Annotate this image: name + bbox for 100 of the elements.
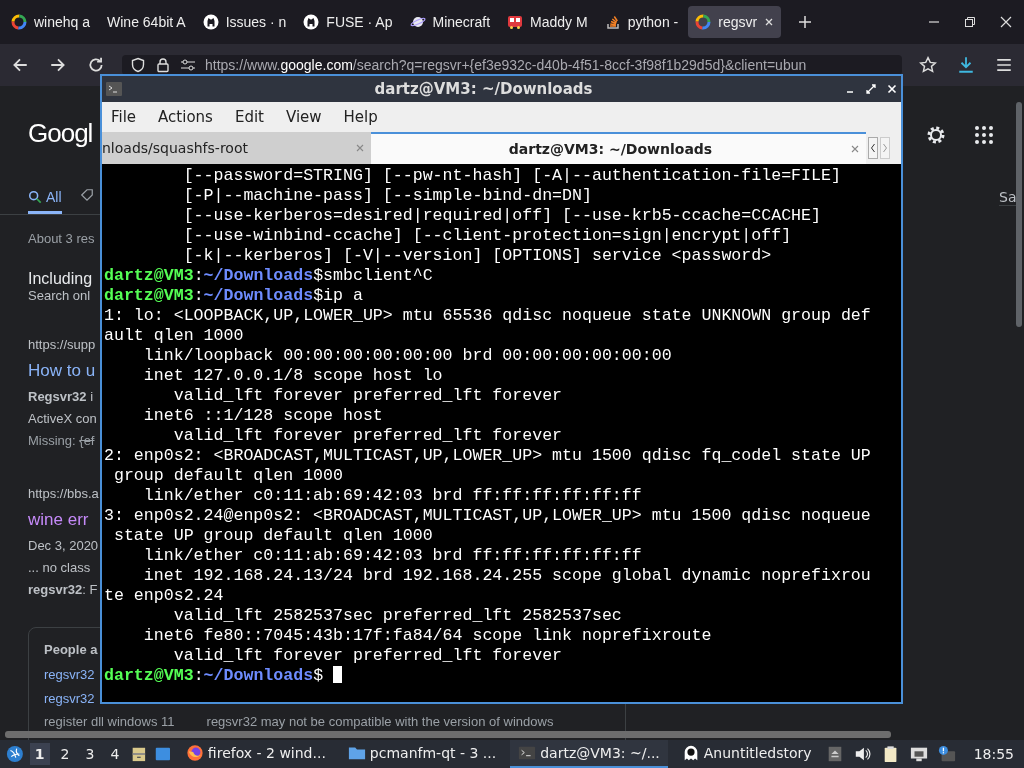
maximize-icon[interactable] bbox=[866, 84, 876, 94]
terminal-output: valid_lft forever preferred_lft forever bbox=[172, 426, 564, 446]
cat-icon bbox=[303, 14, 320, 30]
taskbar-task[interactable]: firefox - 2 wind... bbox=[177, 740, 334, 768]
related-link[interactable]: regsvr32 may not be compatible with the version of windows bbox=[206, 714, 554, 729]
related-link[interactable]: regsvr32 bbox=[44, 687, 95, 711]
prompt-path: ~/Downloads bbox=[203, 666, 314, 685]
cat-icon bbox=[202, 14, 219, 30]
url-text: https://www.google.com/search?q=regsvr+{ef3e932c-d40b-4f51-8ccf-3f98f1b29d5d}&client=ubun bbox=[205, 57, 807, 73]
terminal-tab[interactable]: nloads/squashfs-root bbox=[102, 132, 371, 164]
scrollbar[interactable] bbox=[1016, 102, 1022, 327]
workspace-button[interactable]: 3 bbox=[80, 743, 100, 765]
prompt-sign: $ bbox=[313, 266, 324, 285]
terminal-output: valid_lft forever preferred_lft forever bbox=[172, 386, 564, 406]
menu-item[interactable]: View bbox=[285, 108, 322, 126]
start-menu-icon[interactable] bbox=[6, 744, 24, 764]
result-title[interactable]: wine err bbox=[28, 510, 89, 530]
terminal-output: te enp0s2.24 bbox=[104, 586, 225, 606]
prompt-separator: : bbox=[193, 666, 204, 685]
terminal-output: link/ether c0:11:ab:69:42:03 brd ff:ff:ff:ff:ff:ff bbox=[142, 546, 643, 566]
search-only-link[interactable]: Search onl bbox=[28, 288, 91, 303]
logo-text: Googl bbox=[28, 118, 93, 150]
browser-tab[interactable]: regsvr bbox=[688, 6, 782, 38]
prompt-user: dartz@VM3 bbox=[104, 666, 194, 685]
browser-tab[interactable]: Issues · n bbox=[195, 6, 294, 38]
browser-tab[interactable]: python - bbox=[597, 6, 686, 38]
prompt-separator: : bbox=[193, 286, 204, 305]
lock-icon bbox=[155, 57, 171, 73]
workspace-button[interactable]: 2 bbox=[55, 743, 75, 765]
prompt-user: dartz@VM3 bbox=[104, 266, 194, 285]
notification-icon[interactable] bbox=[937, 745, 956, 763]
terminal-output: link/ether c0:11:ab:69:42:03 brd ff:ff:ff:ff:ff:ff bbox=[142, 486, 643, 506]
taskbar-task[interactable]: Anuntitledstory bbox=[673, 740, 820, 768]
missing-terms: Missing: {ef bbox=[28, 432, 95, 450]
result-url: https://supp bbox=[28, 337, 96, 352]
command-text: smbclient^C bbox=[323, 266, 433, 285]
terminal-tab[interactable]: dartz@VM3: ~/Downloads bbox=[371, 132, 866, 164]
terminal-output: state UP group default qlen 1000 bbox=[112, 526, 434, 546]
menu-item[interactable]: File bbox=[111, 108, 137, 126]
scrollbar[interactable] bbox=[5, 731, 891, 738]
terminal-output: 3: enp0s2.24@enp0s2: <BROADCAST,MULTICAST,UP,LOWER_UP> mtu 1500 qdisc noqueue bbox=[104, 506, 872, 526]
result-snippet: Regsvr32 i bbox=[28, 388, 94, 406]
terminal-output: inet 192.168.24.13/24 brd 192.168.24.255 scope global dynamic noprefixrou bbox=[142, 566, 872, 586]
clock-text: 18:55 bbox=[973, 746, 1014, 762]
terminal-output: [-k|--kerberos] [-V|--version] [OPTIONS] service <password> bbox=[182, 246, 773, 266]
prompt-separator: : bbox=[193, 266, 204, 285]
close-icon[interactable] bbox=[764, 17, 775, 27]
restore-icon[interactable] bbox=[964, 16, 976, 28]
network-icon[interactable] bbox=[909, 745, 928, 763]
prompt-sign: $ bbox=[313, 286, 324, 305]
terminal-output: valid_lft 2582537sec preferred_lft 2582537sec bbox=[172, 606, 623, 626]
menu-item[interactable]: Edit bbox=[234, 108, 264, 126]
browser-tab[interactable]: Minecraft bbox=[402, 6, 498, 38]
card-title: People a bbox=[44, 642, 98, 657]
stack-icon bbox=[604, 14, 621, 30]
prompt-path: ~/Downloads bbox=[203, 266, 314, 285]
shield-icon bbox=[130, 57, 146, 73]
fox-icon bbox=[185, 744, 204, 762]
terminal-output: [-P|--machine-pass] [--simple-bind-dn=DN] bbox=[182, 186, 593, 206]
result-title[interactable]: How to u bbox=[28, 361, 96, 381]
apps-grid-icon[interactable] bbox=[972, 123, 996, 147]
scroll-left-icon[interactable] bbox=[868, 137, 878, 159]
terminal-output: group default qlen 1000 bbox=[112, 466, 344, 486]
terminal-icon bbox=[518, 744, 537, 762]
terminal-output: 2: enp0s2: <BROADCAST,MULTICAST,UP,LOWER_UP> mtu 1500 qdisc fq_codel state UP bbox=[104, 446, 872, 466]
menu-item[interactable]: Actions bbox=[158, 108, 213, 126]
terminal-output: inet6 fe80::7045:43b:17f:fa84/64 scope link noprefixroute bbox=[142, 626, 713, 646]
prompt-user: dartz@VM3 bbox=[104, 286, 194, 305]
workspace-button[interactable]: 1 bbox=[29, 743, 50, 765]
including-text: Including bbox=[28, 270, 93, 288]
search-tab[interactable]: All bbox=[28, 182, 62, 214]
volume-icon[interactable] bbox=[853, 745, 872, 763]
terminal-output: [--use-winbind-ccache] [--client-protection=sign|encrypt|off] bbox=[182, 226, 793, 246]
new-tab-icon[interactable] bbox=[798, 15, 813, 29]
tag-icon[interactable] bbox=[79, 188, 94, 202]
prompt-sign: $ bbox=[313, 666, 324, 685]
browser-tab[interactable]: winehq a bbox=[4, 6, 98, 38]
terminal-output: link/loopback 00:00:00:00:00:00 brd 00:00:00:00:00:00 bbox=[142, 346, 673, 366]
result-url: https://bbs.a bbox=[28, 486, 99, 501]
related-link[interactable]: regsvr32 bbox=[44, 663, 95, 687]
taskbar-task[interactable]: pcmanfm-qt - 3 ... bbox=[339, 740, 505, 768]
taskbar-task[interactable]: dartz@VM3: ~/... bbox=[510, 740, 668, 768]
address-bar[interactable]: https://www.google.com/search?q=regsvr+{ef3e932c-d40b-4f51-8ccf-3f98f1b29d5d}&client=ubun bbox=[122, 55, 902, 75]
ring-icon bbox=[695, 14, 712, 30]
workspace-button[interactable]: 4 bbox=[105, 743, 125, 765]
planet-icon bbox=[409, 14, 426, 30]
browser-tab[interactable]: Maddy M bbox=[500, 6, 595, 38]
terminal-output: valid_lft forever preferred_lft forever bbox=[172, 646, 564, 666]
browser-tab[interactable]: Wine 64bit A bbox=[100, 6, 193, 38]
terminal-icon bbox=[106, 82, 122, 96]
result-stats: About 3 res bbox=[28, 231, 95, 246]
terminal-output: inet6 ::1/128 scope host bbox=[142, 406, 384, 426]
related-link[interactable]: register dll windows 11 bbox=[44, 714, 175, 729]
menu-item[interactable]: Help bbox=[343, 108, 378, 126]
browser-tab[interactable]: FUSE · Ap bbox=[296, 6, 400, 38]
result-date: Dec 3, 2020 bbox=[28, 537, 99, 555]
terminal-output: inet 127.0.0.1/8 scope host lo bbox=[142, 366, 444, 386]
sliders-icon bbox=[180, 57, 196, 73]
star-icon[interactable] bbox=[916, 56, 940, 74]
result-snippet: ActiveX con bbox=[28, 410, 97, 428]
